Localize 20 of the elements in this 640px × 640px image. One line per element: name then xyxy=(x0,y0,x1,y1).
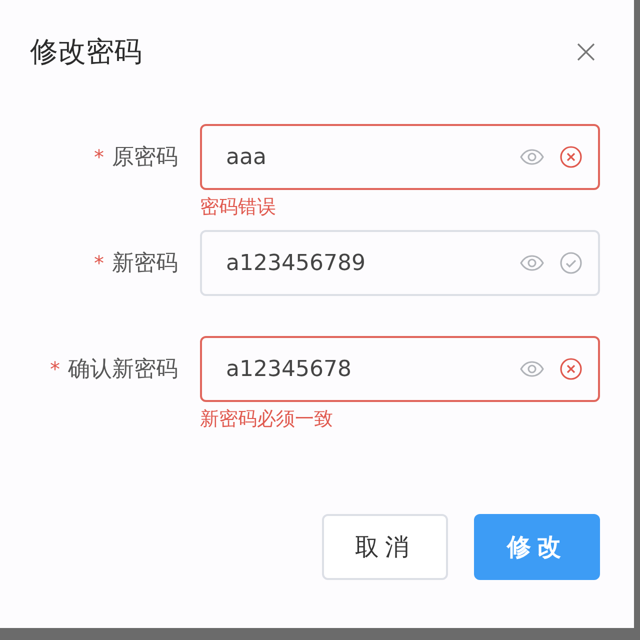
password-field[interactable]: aaa xyxy=(200,124,600,190)
close-icon[interactable] xyxy=(576,42,596,62)
required-mark: * xyxy=(94,144,104,171)
password-field[interactable]: a12345678 xyxy=(200,336,600,402)
password-input[interactable]: a123456789 xyxy=(226,246,504,280)
field-label: 确认新密码 xyxy=(68,356,178,384)
field-label: 原密码 xyxy=(112,144,178,172)
cancel-button[interactable]: 取消 xyxy=(322,514,448,580)
field-label: 新密码 xyxy=(112,250,178,278)
password-input[interactable]: aaa xyxy=(226,140,504,174)
eye-icon[interactable] xyxy=(520,149,544,165)
error-message: 新密码必须一致 xyxy=(200,407,334,432)
password-field[interactable]: a123456789 xyxy=(200,230,600,296)
error-message: 密码错误 xyxy=(200,195,277,220)
password-input[interactable]: a12345678 xyxy=(226,352,504,386)
required-mark: * xyxy=(94,250,104,277)
eye-icon[interactable] xyxy=(520,255,544,271)
required-mark: * xyxy=(50,356,60,383)
eye-icon[interactable] xyxy=(520,361,544,377)
dialog-title: 修改密码 xyxy=(30,34,142,70)
